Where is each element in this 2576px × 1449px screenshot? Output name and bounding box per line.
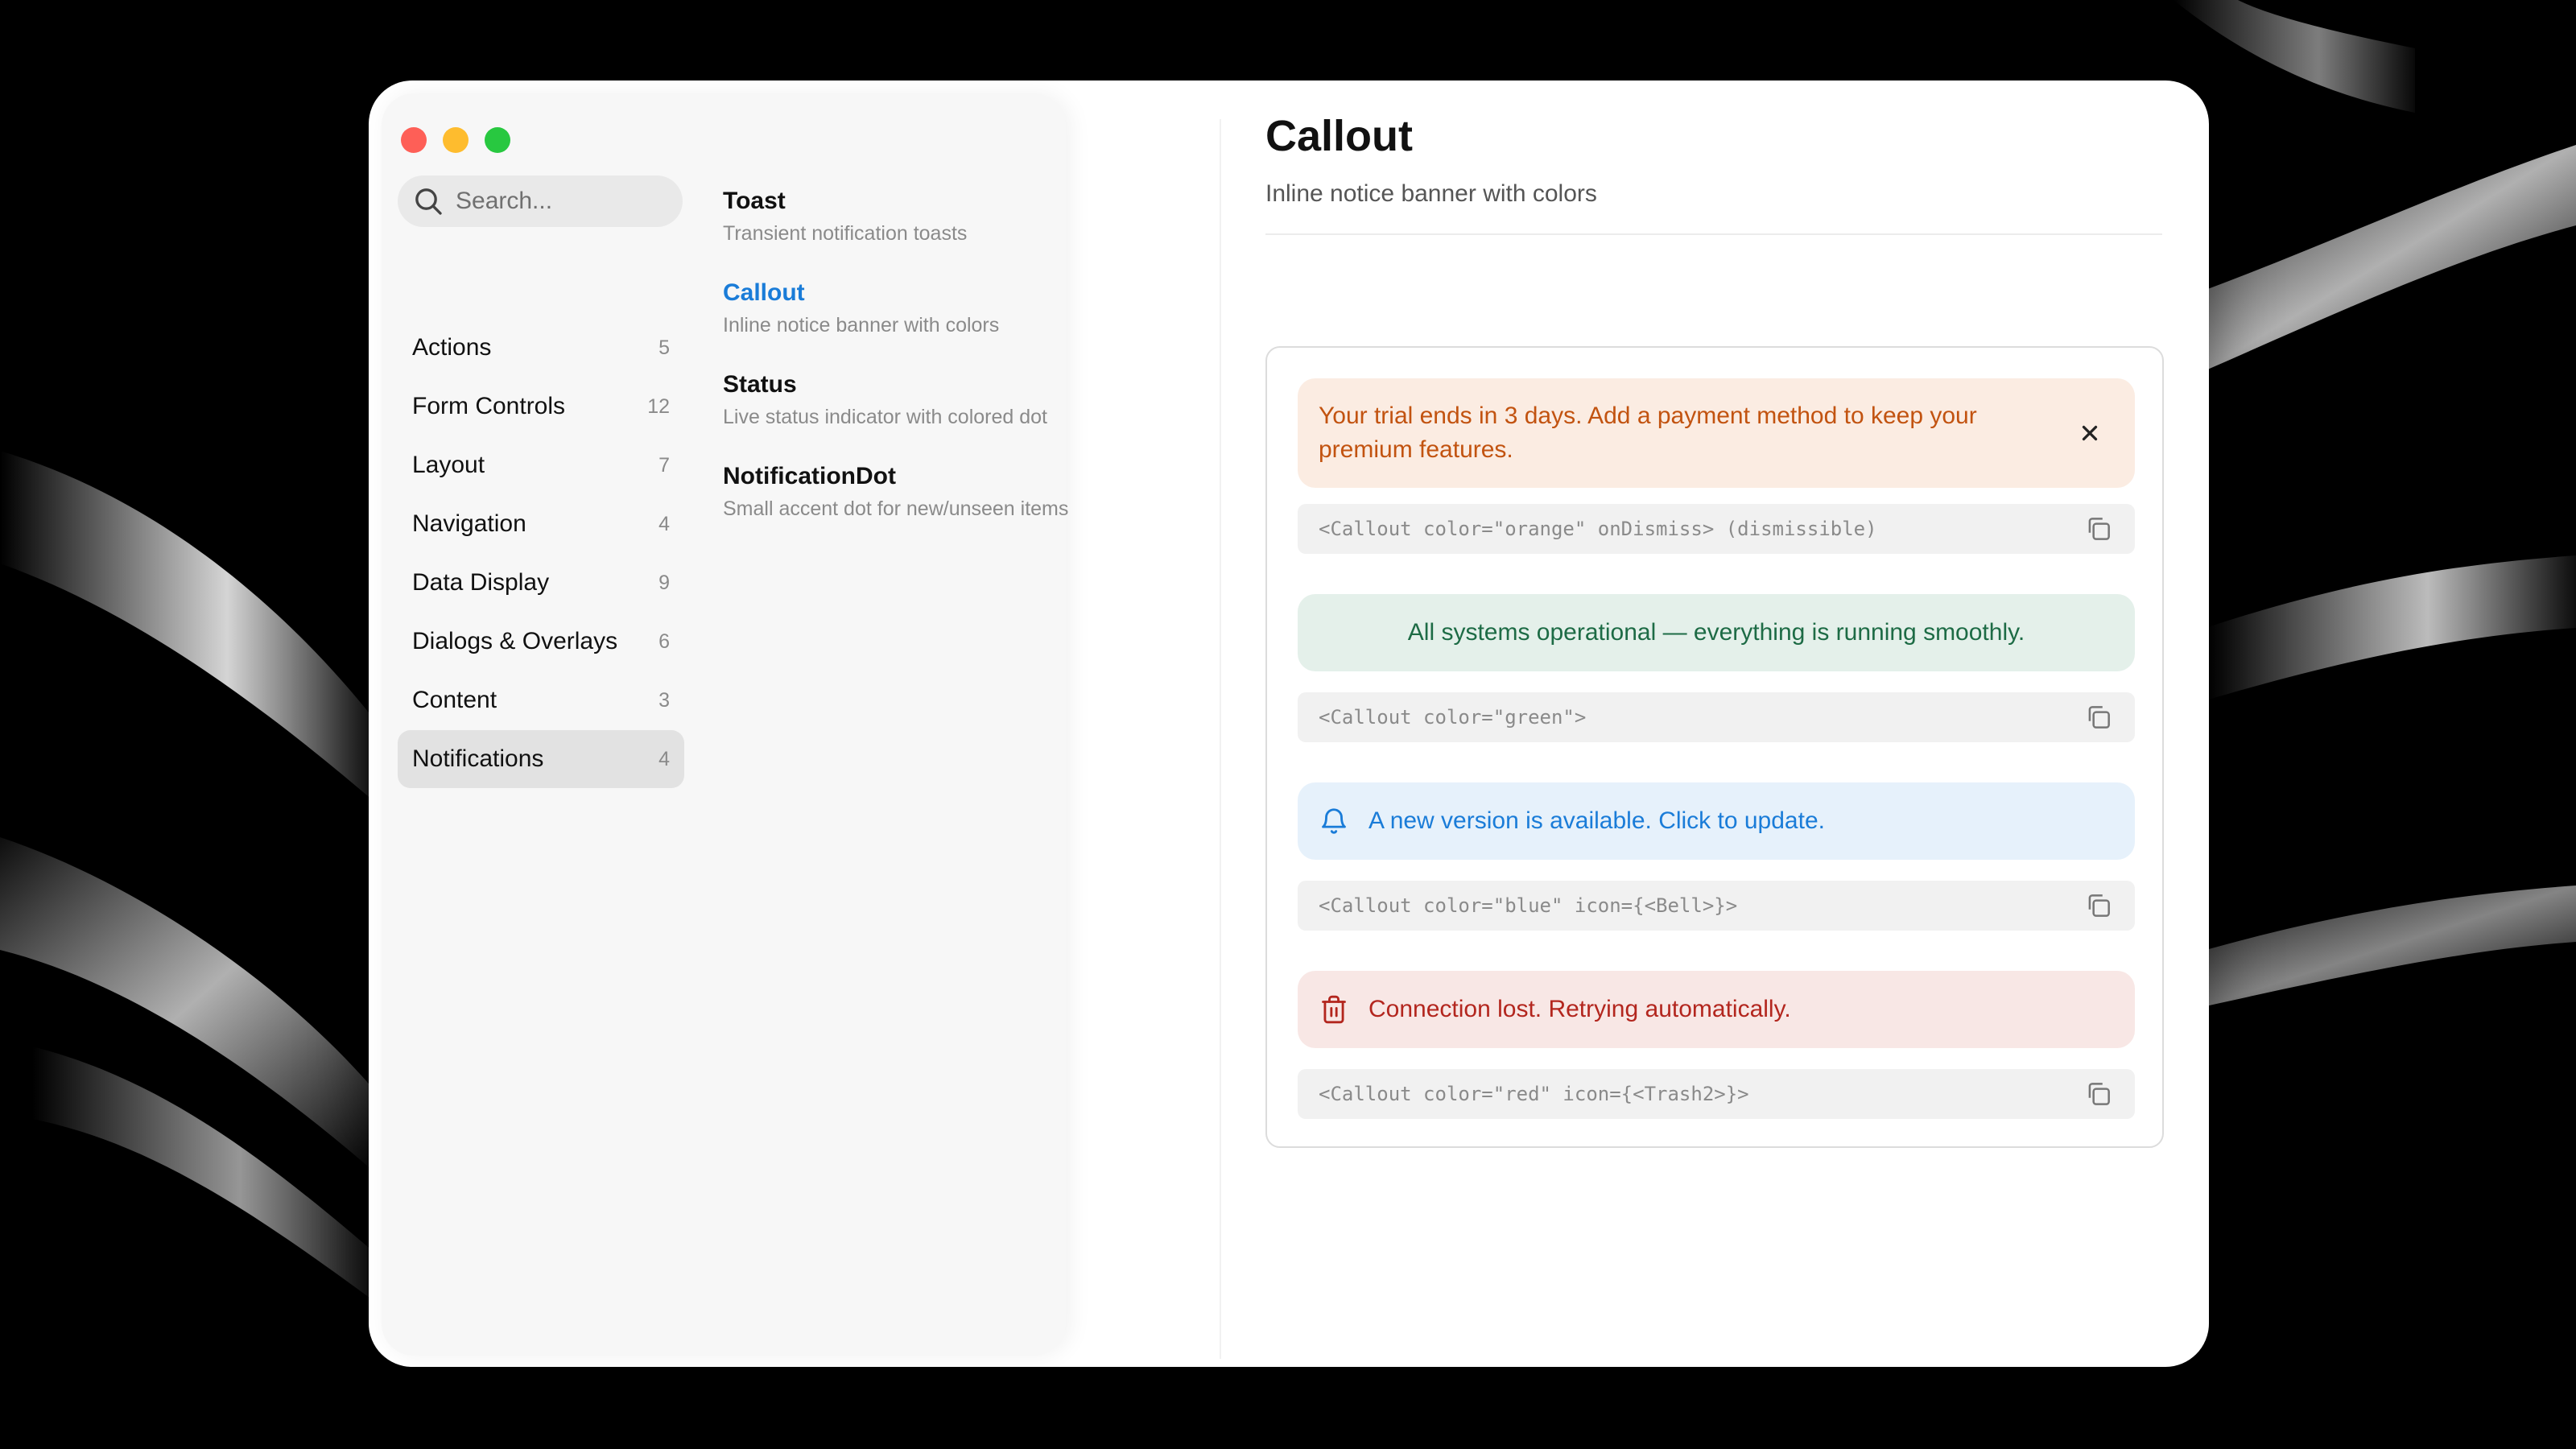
component-description: Live status indicator with colored dot bbox=[723, 406, 1047, 428]
callout-orange: Your trial ends in 3 days. Add a payment… bbox=[1298, 378, 2135, 488]
sidebar-item-notifications[interactable]: Notifications 4 bbox=[398, 730, 684, 788]
sidebar-item-label: Data Display bbox=[412, 569, 550, 596]
column-divider bbox=[1220, 119, 1221, 1359]
search-input[interactable]: Search... bbox=[398, 175, 683, 227]
copy-icon[interactable] bbox=[2083, 890, 2114, 921]
sidebar-item-count: 5 bbox=[658, 336, 670, 359]
minimize-window-button[interactable] bbox=[443, 127, 469, 153]
code-text: <Callout color="green"> bbox=[1319, 706, 1587, 729]
code-snippet: <Callout color="blue" icon={<Bell>}> bbox=[1298, 881, 2135, 931]
sidebar-item-label: Notifications bbox=[412, 745, 544, 772]
copy-icon[interactable] bbox=[2083, 1079, 2114, 1109]
sidebar-item-count: 12 bbox=[647, 394, 670, 418]
component-item-notificationdot[interactable]: NotificationDot Small accent dot for new… bbox=[723, 460, 1174, 552]
window-controls bbox=[401, 127, 510, 153]
zoom-window-button[interactable] bbox=[485, 127, 510, 153]
code-text: <Callout color="blue" icon={<Bell>}> bbox=[1319, 894, 1738, 917]
callout-blue[interactable]: A new version is available. Click to upd… bbox=[1298, 782, 2135, 860]
sidebar-item-label: Layout bbox=[412, 452, 485, 478]
sidebar-item-count: 7 bbox=[658, 453, 670, 477]
sidebar-item-navigation[interactable]: Navigation 4 bbox=[398, 495, 684, 553]
callout-message: Connection lost. Retrying automatically. bbox=[1368, 996, 1791, 1022]
component-title: Toast bbox=[723, 188, 786, 214]
close-window-button[interactable] bbox=[401, 127, 427, 153]
callout-message: Your trial ends in 3 days. Add a payment… bbox=[1319, 402, 1977, 463]
sidebar-item-content[interactable]: Content 3 bbox=[398, 671, 684, 729]
code-text: <Callout color="orange" onDismiss> (dism… bbox=[1319, 518, 1877, 540]
close-icon[interactable] bbox=[2075, 419, 2104, 448]
sidebar-item-actions[interactable]: Actions 5 bbox=[398, 319, 684, 377]
component-item-status[interactable]: Status Live status indicator with colore… bbox=[723, 369, 1174, 460]
component-title: Callout bbox=[723, 279, 805, 306]
code-text: <Callout color="red" icon={<Trash2>}> bbox=[1319, 1083, 1749, 1105]
sidebar-item-count: 3 bbox=[658, 688, 670, 712]
sidebar-item-label: Navigation bbox=[412, 510, 526, 537]
sidebar-item-count: 4 bbox=[658, 512, 670, 535]
component-item-callout[interactable]: Callout Inline notice banner with colors bbox=[723, 277, 1174, 369]
header-divider bbox=[1265, 233, 2162, 235]
bell-icon bbox=[1322, 808, 1346, 834]
sidebar-item-label: Form Controls bbox=[412, 393, 566, 419]
sidebar-item-label: Actions bbox=[412, 334, 492, 361]
page-subtitle: Inline notice banner with colors bbox=[1265, 180, 1597, 207]
trash-icon bbox=[1322, 995, 1346, 1024]
code-snippet: <Callout color="green"> bbox=[1298, 692, 2135, 742]
sidebar-item-label: Dialogs & Overlays bbox=[412, 628, 618, 654]
component-description: Inline notice banner with colors bbox=[723, 314, 1000, 336]
callout-green: All systems operational — everything is … bbox=[1298, 594, 2135, 671]
search-placeholder: Search... bbox=[456, 188, 553, 214]
component-description: Transient notification toasts bbox=[723, 222, 968, 245]
sidebar-item-layout[interactable]: Layout 7 bbox=[398, 436, 684, 494]
component-title: NotificationDot bbox=[723, 463, 896, 489]
sidebar-item-data-display[interactable]: Data Display 9 bbox=[398, 554, 684, 612]
component-title: Status bbox=[723, 371, 797, 398]
code-snippet: <Callout color="red" icon={<Trash2>}> bbox=[1298, 1069, 2135, 1119]
sidebar-item-count: 6 bbox=[658, 630, 670, 653]
callout-demo-panel: Your trial ends in 3 days. Add a payment… bbox=[1265, 346, 2164, 1148]
copy-icon[interactable] bbox=[2083, 702, 2114, 733]
app-window: Search... Actions 5 Form Controls 12 Lay… bbox=[369, 80, 2209, 1367]
callout-message: All systems operational — everything is … bbox=[1407, 619, 2025, 646]
sidebar-item-count: 9 bbox=[658, 571, 670, 594]
component-list: Toast Transient notification toasts Call… bbox=[723, 185, 1174, 552]
callout-message: A new version is available. Click to upd… bbox=[1368, 807, 1825, 834]
sidebar-item-dialogs-overlays[interactable]: Dialogs & Overlays 6 bbox=[398, 613, 684, 671]
copy-icon[interactable] bbox=[2083, 514, 2114, 544]
component-description: Small accent dot for new/unseen items bbox=[723, 497, 1069, 520]
detail-header: Callout Inline notice banner with colors bbox=[1265, 109, 2162, 235]
code-snippet: <Callout color="orange" onDismiss> (dism… bbox=[1298, 504, 2135, 554]
sidebar-item-label: Content bbox=[412, 687, 497, 713]
sidebar-item-form-controls[interactable]: Form Controls 12 bbox=[398, 378, 684, 436]
page-title: Callout bbox=[1265, 112, 1413, 160]
callout-red: Connection lost. Retrying automatically. bbox=[1298, 971, 2135, 1048]
search-icon bbox=[415, 188, 442, 215]
sidebar-item-count: 4 bbox=[658, 747, 670, 770]
category-list: Actions 5 Form Controls 12 Layout 7 Navi… bbox=[398, 319, 684, 789]
component-item-toast[interactable]: Toast Transient notification toasts bbox=[723, 185, 1174, 277]
